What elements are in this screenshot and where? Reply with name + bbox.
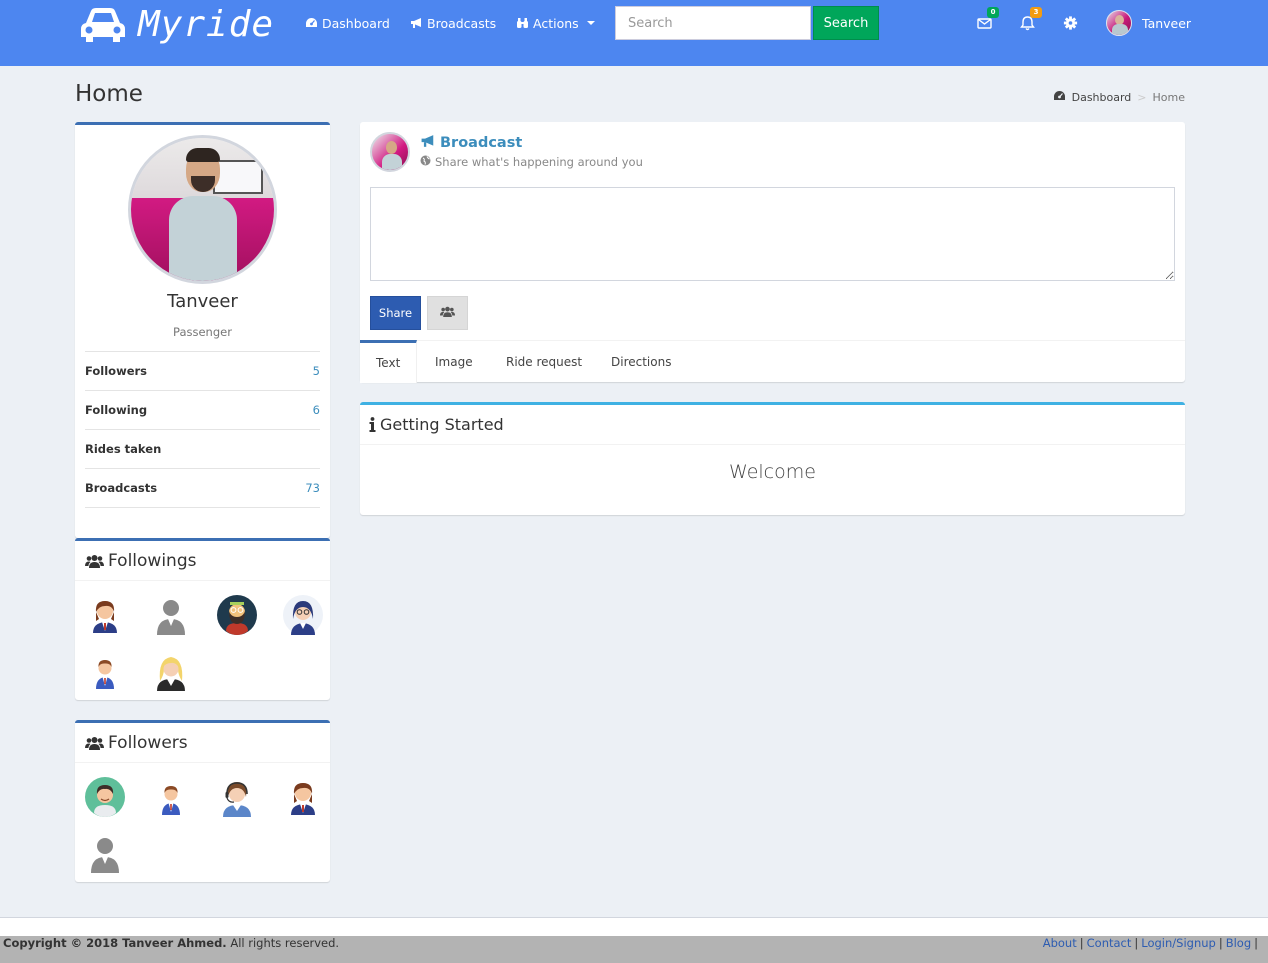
dashboard-icon [1053, 90, 1066, 105]
messages-menu[interactable]: 0 [977, 7, 999, 32]
profile-stats: Followers 5 Following 6 Rides taken Broa… [85, 351, 320, 508]
binoculars-icon [516, 17, 529, 29]
nav-broadcasts-label: Broadcasts [427, 15, 497, 31]
stat-following[interactable]: Following 6 [85, 391, 320, 430]
stat-label: Rides taken [85, 442, 162, 456]
stat-value[interactable]: 5 [313, 364, 320, 378]
broadcast-subtitle: Share what's happening around you [420, 155, 643, 169]
page-title: Home [75, 81, 143, 107]
settings-menu[interactable] [1063, 14, 1081, 32]
stat-label: Followers [85, 364, 148, 378]
nav-actions-dropdown[interactable]: Actions [516, 14, 595, 32]
stat-rides-taken[interactable]: Rides taken [85, 430, 320, 469]
welcome-text: Welcome [729, 461, 816, 483]
nav-broadcasts[interactable]: Broadcasts [410, 14, 496, 32]
woman-avatar[interactable] [283, 777, 323, 817]
footer: Copyright © 2018 Tanveer Ahmed. All righ… [0, 936, 1268, 963]
audience-button[interactable] [427, 296, 468, 330]
users-icon [85, 553, 104, 569]
profile-picture [128, 135, 277, 284]
footer-link-about[interactable]: About [1043, 936, 1077, 950]
user-menu[interactable]: Tanveer [1106, 10, 1191, 36]
brand-text: Myride [138, 4, 275, 45]
notifications-badge: 3 [1030, 7, 1042, 18]
info-icon [369, 417, 376, 432]
copyright-rest: All rights reserved. [226, 936, 340, 950]
bullhorn-icon [420, 134, 436, 152]
messages-badge: 0 [987, 7, 999, 18]
avatar [370, 132, 410, 172]
profile-box: Tanveer Passenger Followers 5 Following … [75, 122, 330, 538]
car-icon [78, 5, 128, 45]
broadcast-subtitle-text: Share what's happening around you [435, 155, 643, 169]
nav-dashboard[interactable]: Dashboard [305, 14, 390, 32]
globe-icon [420, 155, 431, 169]
footer-link-blog[interactable]: Blog [1226, 936, 1251, 950]
brand-logo[interactable]: Myride [78, 4, 274, 46]
stat-broadcasts[interactable]: Broadcasts 73 [85, 469, 320, 508]
stat-label: Broadcasts [85, 481, 158, 495]
search-button[interactable]: Search [813, 6, 879, 40]
followers-header: Followers [75, 723, 330, 763]
stat-value[interactable]: 6 [313, 403, 320, 417]
blonde-woman-avatar[interactable] [151, 651, 191, 691]
profile-name: Tanveer [167, 291, 238, 312]
search-input[interactable] [615, 6, 811, 40]
footer-divider [0, 917, 1268, 936]
stat-label: Following [85, 403, 148, 417]
stat-value[interactable]: 73 [305, 481, 320, 495]
footer-link-contact[interactable]: Contact [1087, 936, 1132, 950]
tab-directions[interactable]: Directions [595, 341, 687, 383]
followings-title: Followings [108, 550, 197, 571]
top-navbar: Myride Dashboard Broadcasts Actions Sear… [0, 0, 1268, 66]
notifications-menu[interactable]: 3 [1020, 7, 1042, 32]
footer-links: About | Contact | Login/Signup | Blog | [1042, 936, 1258, 950]
copyright-owner: Copyright © 2018 Tanveer Ahmed. [3, 936, 227, 950]
dashboard-icon [305, 17, 318, 29]
woman-avatar[interactable] [85, 595, 125, 635]
breadcrumb-dashboard-link[interactable]: Dashboard [1072, 91, 1132, 104]
businessman-avatar[interactable] [85, 651, 125, 691]
woman-glasses-avatar[interactable] [283, 595, 323, 635]
getting-started-title: Getting Started [380, 415, 504, 434]
stat-followers[interactable]: Followers 5 [85, 352, 320, 391]
followers-box: Followers [75, 720, 330, 882]
user-name: Tanveer [1142, 15, 1192, 31]
bullhorn-icon [410, 17, 423, 29]
followings-header: Followings [75, 541, 330, 581]
users-icon [440, 305, 455, 322]
gear-icon [1063, 14, 1081, 32]
caret-down-icon [586, 21, 595, 25]
businessman-avatar[interactable] [151, 777, 191, 817]
tab-text[interactable]: Text [360, 340, 418, 383]
tab-ride-request[interactable]: Ride request [490, 341, 598, 383]
share-button[interactable]: Share [370, 296, 421, 330]
broadcast-textarea[interactable] [370, 187, 1175, 281]
broadcast-box: Broadcast Share what's happening around … [360, 122, 1185, 383]
copyright-text: Copyright © 2018 Tanveer Ahmed. All righ… [3, 936, 339, 950]
getting-started-box: Getting Started Welcome [360, 402, 1185, 515]
broadcast-title[interactable]: Broadcast [420, 134, 522, 152]
getting-started-header: Getting Started [360, 405, 1185, 445]
broadcast-title-label: Broadcast [440, 135, 523, 151]
default-avatar[interactable] [151, 595, 191, 635]
breadcrumb: Dashboard > Home [1053, 90, 1185, 105]
followers-title: Followers [108, 732, 188, 753]
footer-link-login-signup[interactable]: Login/Signup [1141, 936, 1216, 950]
breadcrumb-current: Home [1152, 91, 1185, 104]
broadcast-tabs: Text Image Ride request Directions [360, 340, 1185, 383]
default-avatar[interactable] [85, 833, 125, 873]
bearded-man-avatar[interactable] [217, 595, 257, 635]
man-green-avatar[interactable] [85, 777, 125, 817]
nav-actions-label: Actions [533, 15, 579, 31]
avatar [1106, 10, 1132, 36]
profile-role: Passenger [173, 325, 232, 339]
tab-image[interactable]: Image [419, 341, 489, 383]
users-icon [85, 735, 104, 751]
headset-woman-avatar[interactable] [217, 777, 257, 817]
followings-box: Followings [75, 538, 330, 700]
nav-dashboard-label: Dashboard [322, 15, 390, 31]
